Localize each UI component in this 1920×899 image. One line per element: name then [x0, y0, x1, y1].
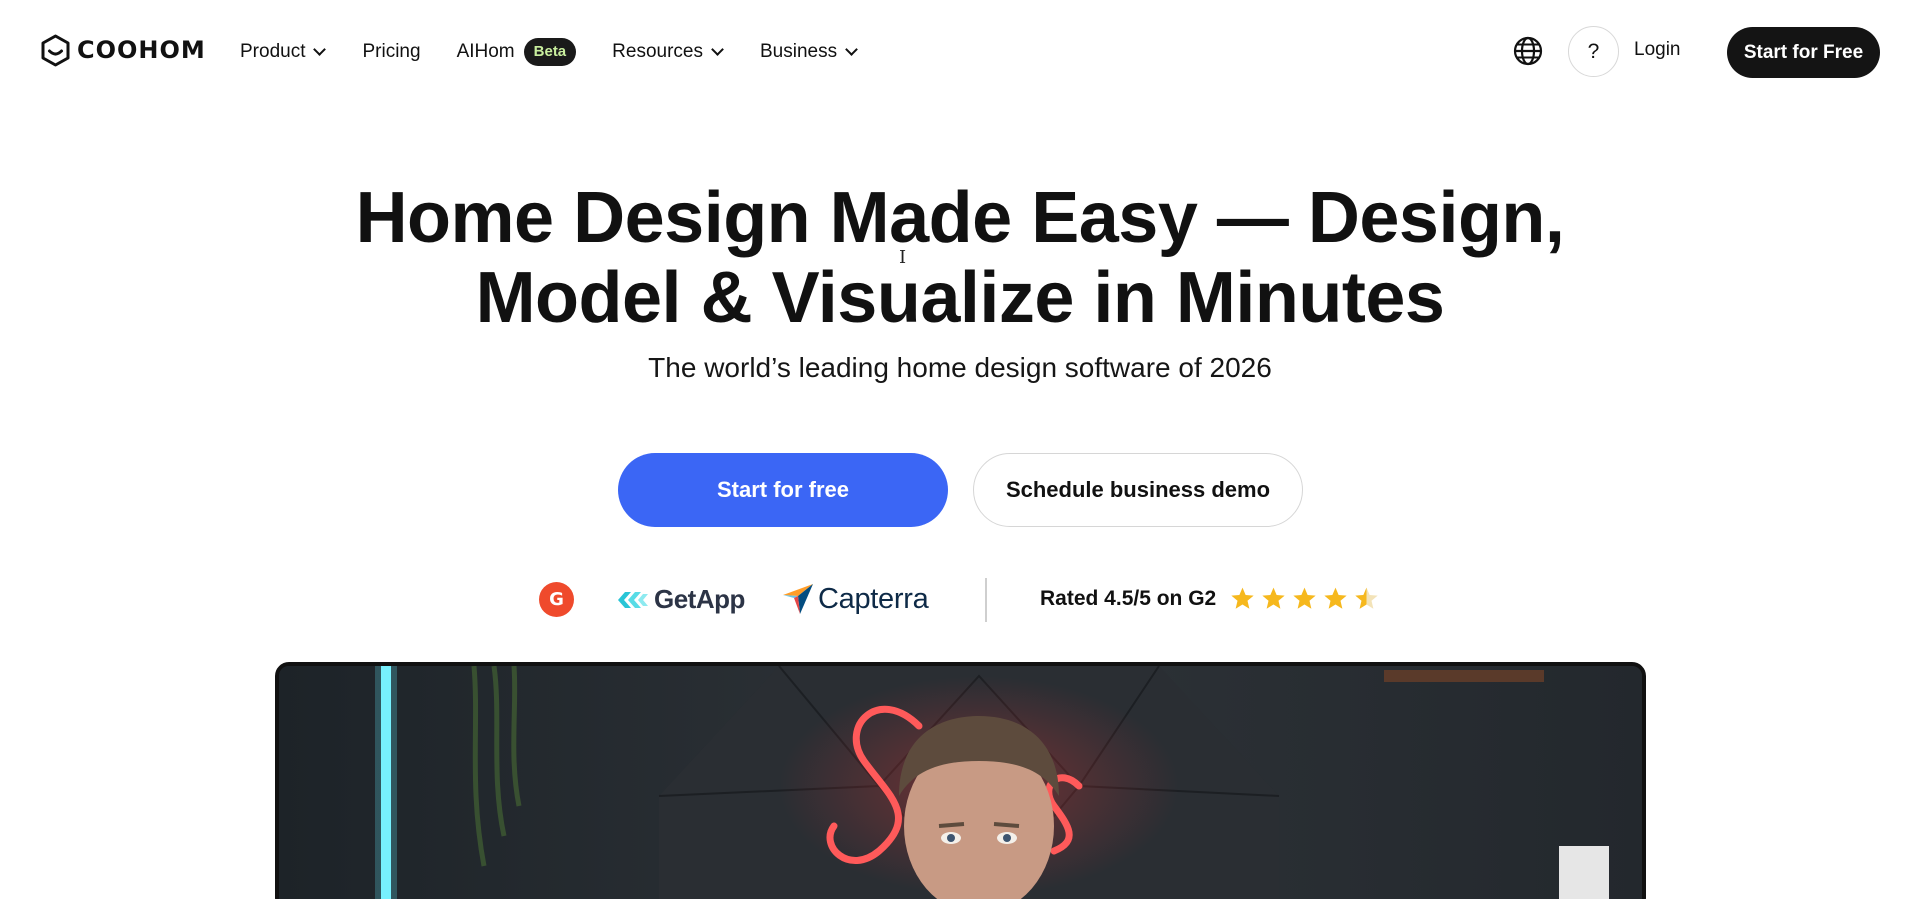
g2-rating-text: Rated 4.5/5 on G2 — [1040, 587, 1217, 610]
video-preview-image — [279, 666, 1642, 899]
g2-logo-mark: G — [549, 589, 564, 610]
getapp-logo[interactable]: GetApp — [616, 584, 745, 615]
help-button[interactable]: ? — [1568, 26, 1619, 77]
getapp-wordmark: GetApp — [654, 584, 745, 614]
start-free-cta-button[interactable]: Start for free — [618, 453, 948, 527]
star-icon — [1231, 587, 1254, 609]
schedule-demo-button[interactable]: Schedule business demo — [973, 453, 1303, 527]
chevron-down-icon — [711, 42, 724, 56]
nav-item-pricing[interactable]: Pricing — [362, 41, 420, 63]
language-selector[interactable] — [1513, 36, 1543, 66]
chevron-down-icon — [313, 42, 327, 56]
nav-item-label: Business — [759, 41, 838, 62]
nav-item-label: AIHom — [456, 41, 515, 62]
rating-divider — [985, 578, 987, 622]
capterra-wordmark: Capterra — [818, 582, 929, 615]
star-icon — [1293, 587, 1316, 609]
hero-subtitle: The world’s leading home design software… — [648, 352, 1272, 383]
hero-title-line1: Home Design Made Easy — Design, — [355, 178, 1565, 258]
hero-title-line2: Model & Visualize in Minutes — [475, 258, 1445, 338]
brand-name: COOHOM — [77, 36, 206, 64]
globe-icon — [1513, 36, 1543, 66]
capterra-arrow-icon — [783, 584, 813, 614]
nav-item-label: Product — [240, 41, 306, 62]
nav-item-label: Resources — [612, 41, 703, 62]
getapp-chevrons-icon — [618, 591, 648, 608]
nav-item-label: Pricing — [362, 41, 421, 62]
coohom-logo[interactable]: COOHOM — [40, 33, 206, 67]
nav-item-product[interactable]: Product — [240, 41, 327, 63]
coohom-logo-icon — [41, 34, 70, 66]
site-header: COOHOM Product Pricing AIHom Beta Resour… — [0, 0, 1920, 103]
nav-item-business[interactable]: Business — [759, 41, 858, 63]
g2-logo[interactable]: G — [539, 582, 574, 617]
beta-badge: Beta — [523, 38, 577, 66]
hero-video[interactable] — [275, 662, 1646, 899]
capterra-logo[interactable]: Capterra — [782, 582, 929, 616]
question-icon: ? — [1587, 39, 1600, 63]
main-nav: Product Pricing AIHom Beta Resources Bus… — [240, 34, 858, 70]
start-for-free-button[interactable]: Start for Free — [1727, 27, 1880, 78]
chevron-down-icon — [845, 42, 858, 56]
nav-item-resources[interactable]: Resources — [612, 41, 724, 63]
star-icon — [1262, 587, 1285, 609]
text-cursor-icon: I — [899, 247, 907, 268]
nav-item-aihom[interactable]: AIHom Beta — [457, 38, 577, 66]
login-link[interactable]: Login — [1634, 39, 1681, 61]
hero-title: Home Design Made Easy — Design, Model & … — [0, 178, 1920, 338]
half-star-icon — [1355, 587, 1378, 609]
star-rating — [1230, 586, 1379, 611]
star-icon — [1324, 587, 1347, 609]
